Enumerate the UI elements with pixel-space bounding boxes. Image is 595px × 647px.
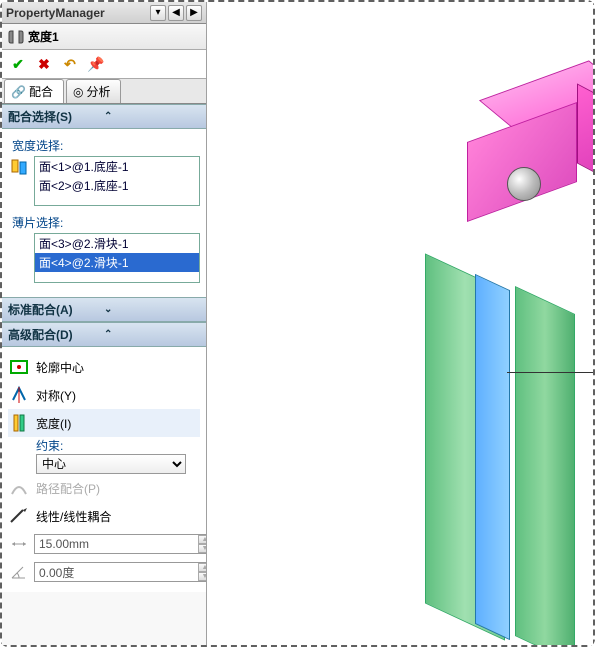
cancel-button[interactable]: ✖	[34, 54, 54, 74]
list-item[interactable]: 面<1>@1.底座-1	[35, 157, 199, 176]
width-icon	[8, 412, 30, 434]
tab-mates[interactable]: 🔗 配合	[4, 79, 64, 103]
section-advanced-header[interactable]: 高级配合(D) ⌃	[2, 322, 206, 347]
spin-down-icon: ▼	[198, 572, 206, 581]
width-select-icon[interactable]	[8, 156, 30, 178]
titlebar: PropertyManager ▾ ◀ ▶	[2, 2, 206, 24]
graphics-viewport[interactable]: 标签参考 宽度参考	[207, 2, 593, 645]
list-item[interactable]: 面<4>@2.滑块-1	[35, 253, 199, 272]
chevron-down-icon: ⌄	[104, 304, 200, 315]
panel-title: PropertyManager	[6, 6, 150, 20]
profile-center-icon	[8, 356, 30, 378]
pushpin-button[interactable]: 📌	[86, 54, 106, 74]
section-title: 配合选择(S)	[8, 108, 104, 125]
section-title: 标准配合(A)	[8, 301, 104, 318]
constraint-select[interactable]: 中心	[36, 454, 186, 474]
feature-header: 宽度1	[2, 24, 206, 50]
tab-label: 配合	[29, 83, 53, 100]
angle-input: ▲ ▼	[34, 562, 206, 582]
clip-icon: 🔗	[11, 85, 26, 99]
spin-up-icon: ▲	[198, 563, 206, 572]
constraint-label: 约束:	[36, 437, 200, 454]
section-standard-header[interactable]: 标准配合(A) ⌄	[2, 297, 206, 322]
opt-symmetric[interactable]: 对称(Y)	[8, 381, 200, 409]
section-selection-header[interactable]: 配合选择(S) ⌃	[2, 104, 206, 129]
list-item[interactable]: 面<3>@2.滑块-1	[35, 234, 199, 253]
chevron-up-icon: ⌃	[104, 111, 200, 122]
opt-label: 路径配合(P)	[36, 480, 100, 497]
opt-label: 对称(Y)	[36, 387, 76, 404]
path-mate-icon	[8, 477, 30, 499]
section-title: 高级配合(D)	[8, 326, 104, 343]
dropdown-icon[interactable]: ▾	[150, 5, 166, 21]
feature-name: 宽度1	[28, 28, 59, 45]
tab-selection-listbox[interactable]: 面<3>@2.滑块-1 面<4>@2.滑块-1	[34, 233, 200, 283]
opt-label: 宽度(I)	[36, 415, 71, 432]
prev-icon[interactable]: ◀	[168, 5, 184, 21]
distance-icon	[8, 533, 30, 555]
next-icon[interactable]: ▶	[186, 5, 202, 21]
opt-label: 线性/线性耦合	[36, 508, 111, 525]
ok-button[interactable]: ✔	[8, 54, 28, 74]
mate-icon	[8, 29, 24, 45]
width-selection-listbox[interactable]: 面<1>@1.底座-1 面<2>@1.底座-1	[34, 156, 200, 206]
linear-coupler-icon	[8, 505, 30, 527]
tab-selection-label: 薄片选择:	[12, 214, 200, 231]
opt-path-mate: 路径配合(P)	[8, 474, 200, 502]
chevron-up-icon: ⌃	[104, 329, 200, 340]
angle-icon	[8, 561, 30, 583]
opt-profile-center[interactable]: 轮廓中心	[8, 353, 200, 381]
analysis-icon: ◎	[73, 85, 83, 99]
distance-input: ▲ ▼	[34, 534, 206, 554]
tab-analysis[interactable]: ◎ 分析	[66, 79, 122, 103]
width-selection-label: 宽度选择:	[12, 137, 200, 154]
symmetric-icon	[8, 384, 30, 406]
spin-down-icon: ▼	[198, 544, 206, 553]
spin-up-icon: ▲	[198, 535, 206, 544]
undo-button[interactable]: ↶	[60, 54, 80, 74]
tab-label: 分析	[86, 83, 110, 100]
opt-width[interactable]: 宽度(I)	[8, 409, 200, 437]
opt-label: 轮廓中心	[36, 359, 84, 376]
opt-linear-coupler[interactable]: 线性/线性耦合	[8, 502, 200, 530]
list-item[interactable]: 面<2>@1.底座-1	[35, 176, 199, 195]
